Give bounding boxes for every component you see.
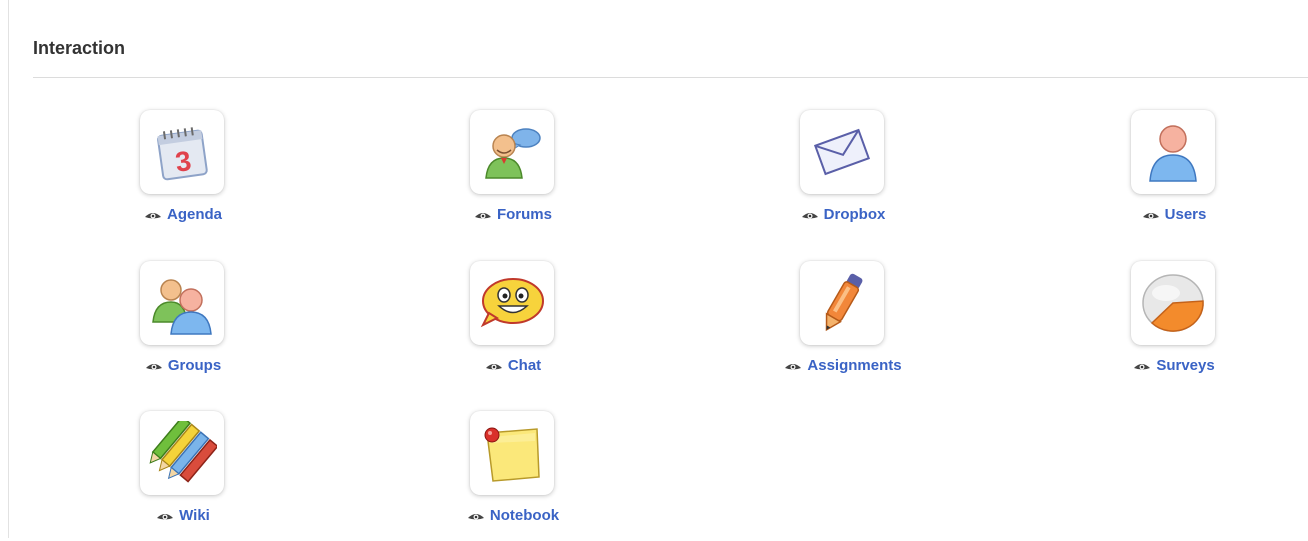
eye-icon — [1142, 212, 1159, 218]
tool-notebook: Notebook — [413, 411, 613, 541]
users-button[interactable] — [1131, 110, 1215, 194]
wiki-button[interactable] — [140, 411, 224, 495]
groups-button[interactable] — [140, 261, 224, 345]
eye-icon — [157, 513, 174, 519]
calendar-icon: 3 — [157, 127, 208, 181]
tool-surveys: Surveys — [1074, 261, 1274, 391]
surveys-button[interactable] — [1131, 261, 1215, 345]
dropbox-link[interactable]: Dropbox — [743, 206, 943, 223]
eye-icon — [144, 212, 161, 218]
forum-user-speech-icon — [485, 128, 541, 179]
chat-link[interactable]: Chat — [413, 357, 613, 374]
wiki-label: Wiki — [179, 507, 210, 524]
forums-label: Forums — [496, 206, 552, 223]
wiki-link[interactable]: Wiki — [83, 507, 283, 524]
users-label: Users — [1164, 206, 1207, 223]
agenda-link[interactable]: Agenda — [83, 206, 283, 223]
smiley-speech-bubble-icon — [480, 278, 544, 328]
assignments-button[interactable] — [800, 261, 884, 345]
agenda-button[interactable]: 3 — [140, 110, 224, 194]
notebook-label: Notebook — [489, 507, 560, 524]
chat-label: Chat — [507, 357, 542, 374]
forums-button[interactable] — [470, 110, 554, 194]
eye-icon — [1134, 363, 1151, 369]
sticky-note-icon — [484, 427, 540, 482]
tool-chat: Chat — [413, 261, 613, 391]
forums-link[interactable]: Forums — [413, 206, 613, 223]
eye-icon — [474, 212, 491, 218]
groups-label: Groups — [167, 357, 222, 374]
groups-link[interactable]: Groups — [83, 357, 283, 374]
eye-icon — [801, 212, 818, 218]
dropbox-label: Dropbox — [823, 206, 886, 223]
users-link[interactable]: Users — [1074, 206, 1274, 223]
eye-icon — [145, 363, 162, 369]
eye-icon — [785, 363, 802, 369]
surveys-link[interactable]: Surveys — [1074, 357, 1274, 374]
notebook-button[interactable] — [470, 411, 554, 495]
agenda-label: Agenda — [166, 206, 222, 223]
surveys-label: Surveys — [1156, 357, 1215, 374]
pencils-icon — [149, 421, 217, 483]
pie-chart-icon — [1142, 274, 1204, 332]
group-users-icon — [152, 279, 212, 335]
pen-icon — [825, 273, 863, 332]
tool-wiki: Wiki — [83, 411, 283, 541]
tool-agenda: 3 Agenda — [83, 110, 283, 240]
section-title: Interaction — [33, 38, 126, 58]
eye-icon — [485, 363, 502, 369]
assignments-link[interactable]: Assignments — [743, 357, 943, 374]
tool-forums: Forums — [413, 110, 613, 240]
chat-button[interactable] — [470, 261, 554, 345]
tool-groups: Groups — [83, 261, 283, 391]
tool-dropbox: Dropbox — [743, 110, 943, 240]
assignments-label: Assignments — [807, 357, 902, 374]
tool-assignments: Assignments — [743, 261, 943, 391]
eye-icon — [467, 513, 484, 519]
section-divider — [33, 77, 1308, 78]
dropbox-button[interactable] — [800, 110, 884, 194]
tool-users: Users — [1074, 110, 1274, 240]
envelope-icon — [813, 128, 871, 176]
notebook-link[interactable]: Notebook — [413, 507, 613, 524]
left-border-line — [8, 0, 9, 538]
user-icon — [1149, 125, 1197, 182]
